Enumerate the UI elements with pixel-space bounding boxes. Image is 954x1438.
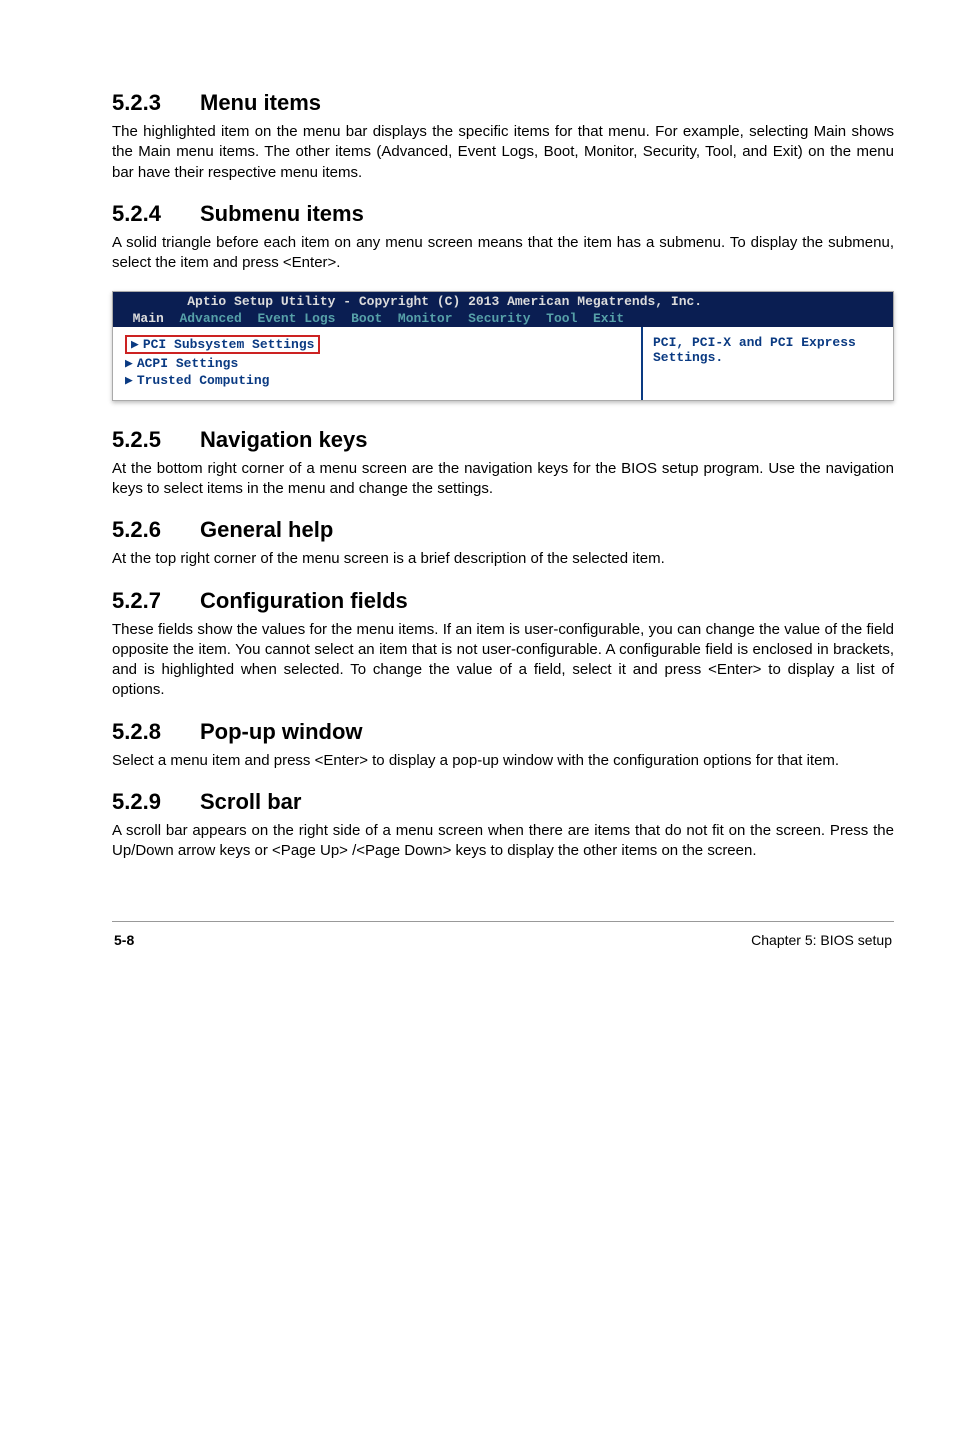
heading-menu-items: 5.2.3Menu items [112,90,894,116]
bios-tab-main: Main [133,311,164,326]
heading-num: 5.2.5 [112,427,200,453]
para-general-help: At the top right corner of the menu scre… [112,549,894,569]
para-configuration-fields: These fields show the values for the men… [112,620,894,701]
para-menu-items: The highlighted item on the menu bar dis… [112,122,894,183]
heading-title: Scroll bar [200,789,301,814]
triangle-icon: ▶ [131,337,139,352]
heading-configuration-fields: 5.2.7Configuration fields [112,588,894,614]
bios-tab-advanced: Advanced [179,311,241,326]
para-navigation-keys: At the bottom right corner of a menu scr… [112,459,894,500]
bios-item-label: ACPI Settings [137,356,238,371]
bios-tab-monitor: Monitor [398,311,453,326]
para-scroll-bar: A scroll bar appears on the right side o… [112,821,894,862]
bios-screenshot: Aptio Setup Utility - Copyright (C) 2013… [112,291,894,401]
heading-num: 5.2.6 [112,517,200,543]
bios-tab-exit: Exit [593,311,624,326]
heading-title: Submenu items [200,201,364,226]
bios-item-pci: ▶ PCI Subsystem Settings [125,335,631,354]
para-popup-window: Select a menu item and press <Enter> to … [112,751,894,771]
para-submenu-items: A solid triangle before each item on any… [112,233,894,274]
heading-num: 5.2.4 [112,201,200,227]
triangle-icon: ▶ [125,356,133,371]
bios-help-pane: PCI, PCI-X and PCI Express Settings. [641,327,893,400]
bios-tab-tool: Tool [546,311,577,326]
heading-num: 5.2.7 [112,588,200,614]
heading-num: 5.2.9 [112,789,200,815]
bios-tab-eventlogs: Event Logs [257,311,335,326]
heading-num: 5.2.8 [112,719,200,745]
bios-item-acpi: ▶ ACPI Settings [125,356,631,371]
heading-navigation-keys: 5.2.5Navigation keys [112,427,894,453]
heading-title: Menu items [200,90,321,115]
page-number: 5-8 [114,932,134,948]
heading-num: 5.2.3 [112,90,200,116]
heading-submenu-items: 5.2.4Submenu items [112,201,894,227]
bios-body: ▶ PCI Subsystem Settings ▶ ACPI Settings ▶… [113,327,893,400]
bios-item-label: Trusted Computing [137,373,270,388]
heading-title: Pop-up window [200,719,363,744]
bios-title: Aptio Setup Utility - Copyright (C) 2013… [187,294,702,309]
heading-title: Configuration fields [200,588,408,613]
heading-title: General help [200,517,333,542]
bios-help-text: PCI, PCI-X and PCI Express Settings. [653,335,856,365]
bios-tab-security: Security [468,311,530,326]
page-footer: 5-8 Chapter 5: BIOS setup [112,932,894,948]
bios-item-label: PCI Subsystem Settings [143,337,315,352]
heading-scroll-bar: 5.2.9Scroll bar [112,789,894,815]
heading-general-help: 5.2.6General help [112,517,894,543]
heading-popup-window: 5.2.8Pop-up window [112,719,894,745]
triangle-icon: ▶ [125,373,133,388]
bios-menu-pane: ▶ PCI Subsystem Settings ▶ ACPI Settings ▶… [113,327,641,400]
bios-item-trusted: ▶ Trusted Computing [125,373,631,388]
heading-title: Navigation keys [200,427,368,452]
bios-tab-boot: Boot [351,311,382,326]
chapter-label: Chapter 5: BIOS setup [751,932,892,948]
bios-header: Aptio Setup Utility - Copyright (C) 2013… [113,292,893,327]
bios-tab-row: Main Advanced Event Logs Boot Monitor Se… [117,311,624,326]
footer-divider [112,921,894,922]
